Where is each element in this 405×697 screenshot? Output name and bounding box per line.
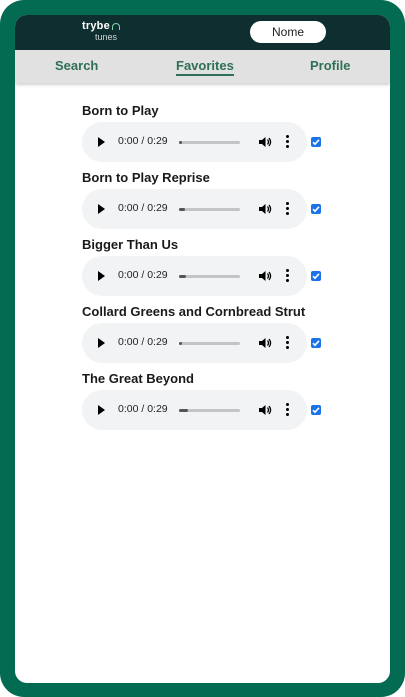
- nav-link-favorites[interactable]: Favorites: [176, 58, 234, 76]
- nav-link-profile[interactable]: Profile: [310, 58, 350, 73]
- favorite-checkbox[interactable]: [311, 137, 321, 147]
- volume-icon[interactable]: [258, 336, 272, 350]
- trybetunes-logo: trybe tunes: [82, 21, 120, 42]
- song-card: The Great Beyond 0:00 / 0:29: [82, 371, 332, 430]
- play-icon[interactable]: [98, 405, 105, 415]
- time-display: 0:00 / 0:29: [118, 269, 168, 281]
- progress-buffered: [179, 208, 186, 211]
- time-display: 0:00 / 0:29: [118, 135, 168, 147]
- favorite-checkbox[interactable]: [311, 405, 321, 415]
- progress-slider[interactable]: [179, 275, 240, 278]
- logo-subtext: tunes: [95, 32, 118, 42]
- play-icon[interactable]: [98, 204, 105, 214]
- volume-icon[interactable]: [258, 403, 272, 417]
- song-card: Born to Play 0:00 / 0:29: [82, 103, 332, 162]
- song-card: Born to Play Reprise 0:00 / 0:29: [82, 170, 332, 229]
- play-icon[interactable]: [98, 137, 105, 147]
- favorite-checkbox[interactable]: [311, 338, 321, 348]
- progress-buffered: [179, 141, 183, 144]
- time-display: 0:00 / 0:29: [118, 403, 168, 415]
- device-frame: trybe tunes Nome Search Favorites Profil…: [0, 0, 405, 697]
- app-screen: trybe tunes Nome Search Favorites Profil…: [15, 15, 390, 683]
- time-display: 0:00 / 0:29: [118, 336, 168, 348]
- play-icon[interactable]: [98, 271, 105, 281]
- song-card: Collard Greens and Cornbread Strut 0:00 …: [82, 304, 332, 363]
- progress-slider[interactable]: [179, 141, 240, 144]
- audio-player: 0:00 / 0:29: [82, 323, 307, 363]
- volume-icon[interactable]: [258, 135, 272, 149]
- nav-bar: Search Favorites Profile: [15, 50, 390, 83]
- progress-slider[interactable]: [179, 208, 240, 211]
- song-title: Collard Greens and Cornbread Strut: [82, 304, 306, 319]
- song-card: Bigger Than Us 0:00 / 0:29: [82, 237, 332, 296]
- audio-player: 0:00 / 0:29: [82, 256, 307, 296]
- audio-player: 0:00 / 0:29: [82, 189, 307, 229]
- song-title: Born to Play Reprise: [82, 170, 210, 185]
- audio-player: 0:00 / 0:29: [82, 122, 307, 162]
- nav-link-search[interactable]: Search: [55, 58, 98, 73]
- progress-slider[interactable]: [179, 342, 240, 345]
- play-icon[interactable]: [98, 338, 105, 348]
- more-options-icon[interactable]: [285, 268, 289, 284]
- volume-icon[interactable]: [258, 269, 272, 283]
- progress-buffered: [179, 275, 187, 278]
- more-options-icon[interactable]: [285, 201, 289, 217]
- progress-slider[interactable]: [179, 409, 240, 412]
- favorite-checkbox[interactable]: [311, 271, 321, 281]
- audio-player: 0:00 / 0:29: [82, 390, 307, 430]
- more-options-icon[interactable]: [285, 402, 289, 418]
- song-title: Born to Play: [82, 103, 159, 118]
- favorite-checkbox[interactable]: [311, 204, 321, 214]
- more-options-icon[interactable]: [285, 134, 289, 150]
- progress-buffered: [179, 409, 189, 412]
- app-header: trybe tunes Nome: [15, 15, 390, 50]
- song-title: Bigger Than Us: [82, 237, 179, 252]
- volume-icon[interactable]: [258, 202, 272, 216]
- progress-buffered: [179, 342, 183, 345]
- song-title: The Great Beyond: [82, 371, 194, 386]
- time-display: 0:00 / 0:29: [118, 202, 168, 214]
- headphones-icon: [111, 23, 120, 30]
- user-name-badge: Nome: [250, 21, 326, 43]
- more-options-icon[interactable]: [285, 335, 289, 351]
- logo-text: trybe: [82, 20, 110, 32]
